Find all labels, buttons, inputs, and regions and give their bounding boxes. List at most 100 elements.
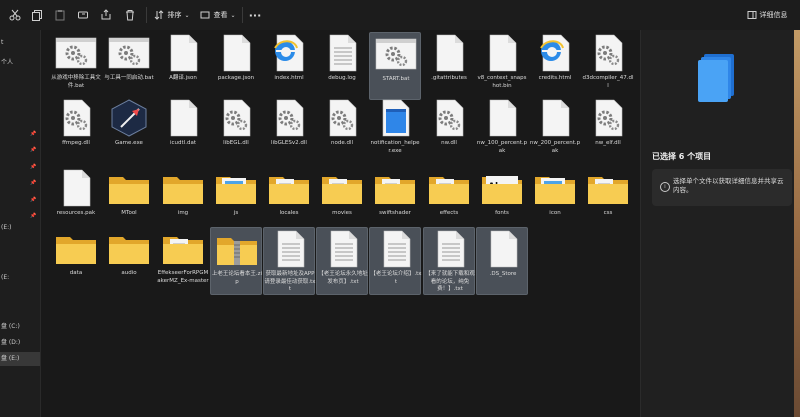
file-item[interactable]: 【老王论坛永久地址发布页】.txt: [316, 227, 368, 295]
edge-html-icon: [533, 34, 577, 72]
nav-item[interactable]: 盘 (C:): [0, 320, 40, 334]
more-options-button[interactable]: ···: [246, 6, 264, 24]
nav-item[interactable]: (E:): [0, 221, 40, 235]
file-item[interactable]: swiftshader: [369, 167, 421, 235]
copy-icon[interactable]: [27, 6, 47, 24]
file-item[interactable]: .DS_Store: [476, 227, 528, 295]
file-item[interactable]: Abc fonts: [476, 167, 528, 235]
file-icon: [427, 34, 471, 72]
file-item[interactable]: css: [582, 167, 634, 235]
file-item[interactable]: libEGL.dll: [210, 97, 262, 165]
nav-item[interactable]: 个人: [0, 56, 40, 70]
file-item[interactable]: resources.pak: [50, 167, 102, 235]
nav-item[interactable]: t: [0, 36, 40, 50]
toolbar-divider: [146, 7, 147, 23]
file-item[interactable]: debug.log: [316, 32, 368, 100]
file-icon: [480, 34, 524, 72]
file-item[interactable]: nw_200_percent.pak: [529, 97, 581, 165]
file-item[interactable]: credits.html: [529, 32, 581, 100]
folder-icon: [586, 169, 630, 207]
sort-icon: [154, 10, 164, 20]
file-item[interactable]: 【老王论坛介绍】.txt: [369, 227, 422, 295]
file-item[interactable]: 上老王论坛看本王.zip: [210, 227, 262, 295]
file-item[interactable]: .gitattributes: [423, 32, 475, 100]
toolbar-divider: [242, 7, 243, 23]
share-icon[interactable]: [96, 6, 116, 24]
file-item[interactable]: MTool: [103, 167, 155, 235]
nav-item[interactable]: (E:: [0, 271, 40, 285]
delete-icon[interactable]: [120, 6, 140, 24]
sort-button[interactable]: 排序 ⌄: [152, 6, 192, 24]
file-icon: [480, 99, 524, 137]
folder-icon: [373, 169, 417, 207]
file-name: MTool: [121, 210, 137, 216]
file-name: nw_elf.dll: [595, 140, 621, 146]
file-item[interactable]: index.html: [263, 32, 315, 100]
file-item[interactable]: Game.exe: [103, 97, 155, 165]
nav-item[interactable]: 盘 (E:): [0, 352, 40, 366]
file-item[interactable]: package.json: [210, 32, 262, 100]
file-item[interactable]: nw.dll: [423, 97, 475, 165]
file-item[interactable]: 获取最新地址及APP请登录最佳动获取.txt: [263, 227, 316, 295]
pin-icon: 📌: [30, 164, 37, 170]
file-item[interactable]: locales: [263, 167, 315, 235]
file-item[interactable]: libGLESv2.dll: [263, 97, 315, 165]
file-item[interactable]: nw_100_percent.pak: [476, 97, 528, 165]
folder-icon: [54, 229, 98, 267]
paste-icon[interactable]: [50, 6, 70, 24]
file-item[interactable]: icon: [529, 167, 581, 235]
file-icon: [161, 99, 205, 137]
pin-icon: 📌: [30, 213, 37, 219]
game-exe-icon: [107, 99, 151, 137]
details-pane-button[interactable]: 详细信息: [742, 6, 792, 24]
file-name: fonts: [495, 210, 509, 216]
file-item[interactable]: audio: [103, 227, 155, 295]
file-item[interactable]: img: [157, 167, 209, 235]
file-name: .DS_Store: [489, 271, 517, 277]
file-grid: 从游戏中移除工具文件.bat 与工具一同启动.bat A翻译.json package…: [41, 30, 640, 417]
file-item[interactable]: icudtl.dat: [157, 97, 209, 165]
chevron-down-icon: ⌄: [230, 11, 236, 19]
file-name: movies: [332, 210, 352, 216]
file-icon: [533, 99, 577, 137]
dll-file-icon: [427, 99, 471, 137]
batch-file-icon: [107, 34, 151, 72]
file-name: A翻译.json: [169, 75, 197, 81]
file-item[interactable]: effects: [423, 167, 475, 235]
file-item[interactable]: data: [50, 227, 102, 295]
file-name: icudtl.dat: [170, 140, 196, 146]
edge-html-icon: [267, 34, 311, 72]
file-name: notification_helper.exe: [370, 140, 420, 154]
nav-item[interactable]: 盘 (D:): [0, 336, 40, 350]
file-item[interactable]: js: [210, 167, 262, 235]
file-item[interactable]: nw_elf.dll: [582, 97, 634, 165]
file-item[interactable]: d3dcompiler_47.dll: [582, 32, 634, 100]
chevron-down-icon: ⌄: [184, 11, 190, 19]
rename-icon[interactable]: [73, 6, 93, 24]
file-item[interactable]: notification_helper.exe: [369, 97, 421, 165]
view-button[interactable]: 查看 ⌄: [198, 6, 238, 24]
multiple-files-icon: [698, 52, 738, 108]
folder-icon: [161, 169, 205, 207]
file-item[interactable]: EffekseerForRPGMakerMZ_Ex-master: [157, 227, 209, 295]
folder-icon: [533, 169, 577, 207]
file-item[interactable]: movies: [316, 167, 368, 235]
file-item[interactable]: START.bat: [369, 32, 421, 100]
cut-icon[interactable]: [5, 6, 25, 24]
file-item[interactable]: 从游戏中移除工具文件.bat: [50, 32, 102, 100]
file-item[interactable]: ffmpeg.dll: [50, 97, 102, 165]
file-item[interactable]: node.dll: [316, 97, 368, 165]
file-item[interactable]: v8_context_snapshot.bin: [476, 32, 528, 100]
file-name: effects: [439, 210, 459, 216]
file-item[interactable]: 与工具一同启动.bat: [103, 32, 155, 100]
folder-icon: [427, 169, 471, 207]
details-pane: 已选择 6 个项目 i 选择单个文件以获取详细信息并共享云内容。: [640, 30, 800, 417]
zip-folder-icon: [215, 230, 259, 268]
folder-icon: Abc: [480, 169, 524, 207]
file-item[interactable]: A翻译.json: [157, 32, 209, 100]
file-name: EffekseerForRPGMakerMZ_Ex-master: [157, 270, 209, 284]
text-file-icon: [374, 230, 418, 268]
folder-icon: [107, 169, 151, 207]
file-item[interactable]: 【来了就能下载和观看的论坛，纯免费！】.txt: [423, 227, 475, 295]
text-file-icon: [321, 230, 365, 268]
